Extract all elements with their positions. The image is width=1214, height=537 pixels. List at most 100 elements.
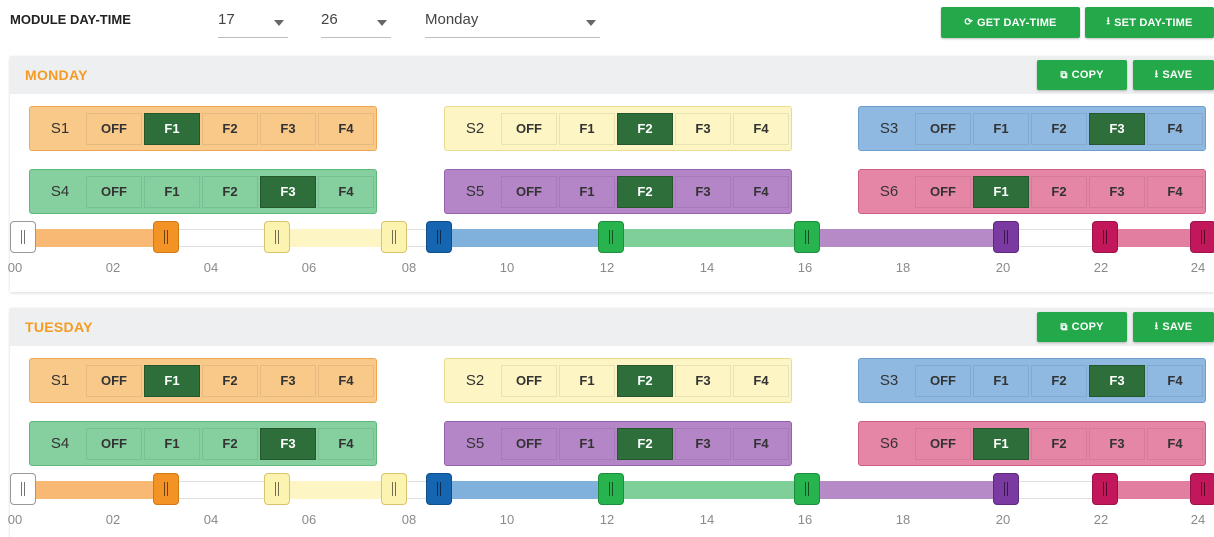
slot-option-f4[interactable]: F4	[318, 175, 374, 208]
slot-option-f2[interactable]: F2	[202, 427, 258, 460]
timeline-handle[interactable]	[598, 221, 624, 253]
slot-option-f2[interactable]: F2	[202, 364, 258, 397]
slot-option-off[interactable]: OFF	[915, 112, 971, 145]
slot-option-f4[interactable]: F4	[733, 112, 789, 145]
save-button[interactable]: ⭳ SAVE	[1133, 60, 1214, 90]
slot-name: S2	[465, 372, 485, 389]
slot-option-f3[interactable]: F3	[260, 427, 316, 460]
slot-option-f4[interactable]: F4	[733, 427, 789, 460]
slot-option-off[interactable]: OFF	[501, 364, 557, 397]
slot-option-off[interactable]: OFF	[915, 427, 971, 460]
slot-option-off[interactable]: OFF	[501, 175, 557, 208]
slot-option-f1[interactable]: F1	[144, 364, 200, 397]
slot-option-f3[interactable]: F3	[675, 175, 731, 208]
timeline-handle[interactable]	[598, 473, 624, 505]
weekday-select[interactable]: Monday	[425, 6, 600, 38]
slot-option-f2[interactable]: F2	[617, 427, 673, 460]
timeline-track[interactable]	[10, 219, 1214, 259]
slot-option-f3[interactable]: F3	[1089, 175, 1145, 208]
slot-option-f4[interactable]: F4	[733, 175, 789, 208]
slot-option-f2[interactable]: F2	[1031, 112, 1087, 145]
slot-option-f3[interactable]: F3	[675, 427, 731, 460]
slot-option-f1[interactable]: F1	[559, 364, 615, 397]
timeline-handle[interactable]	[1092, 221, 1118, 253]
timeline-handle[interactable]	[264, 473, 290, 505]
hour-select[interactable]: 17	[218, 6, 288, 38]
slot-option-f2[interactable]: F2	[1031, 364, 1087, 397]
timeline-handle[interactable]	[153, 221, 179, 253]
slot-option-f1[interactable]: F1	[973, 364, 1029, 397]
slot-option-f4[interactable]: F4	[318, 427, 374, 460]
timeline-handle[interactable]	[10, 221, 36, 253]
timeline-handle[interactable]	[1190, 221, 1214, 253]
slot-option-off[interactable]: OFF	[915, 364, 971, 397]
save-label: SAVE	[1162, 321, 1193, 333]
timeline-handle[interactable]	[426, 221, 452, 253]
slot-option-f1[interactable]: F1	[973, 427, 1029, 460]
set-daytime-button[interactable]: ⭳ SET DAY-TIME	[1085, 7, 1214, 38]
slot-option-f2[interactable]: F2	[617, 112, 673, 145]
slot-option-f2[interactable]: F2	[202, 112, 258, 145]
slot-group-s1: S1 OFF F1 F2 F3 F4	[29, 358, 377, 403]
timeline-handle[interactable]	[426, 473, 452, 505]
slot-option-f4[interactable]: F4	[733, 364, 789, 397]
slot-option-f2[interactable]: F2	[1031, 427, 1087, 460]
timeline-handle[interactable]	[1190, 473, 1214, 505]
slot-option-f1[interactable]: F1	[559, 427, 615, 460]
hour-tick-label: 12	[599, 260, 615, 275]
slot-option-off[interactable]: OFF	[501, 112, 557, 145]
slot-option-f3[interactable]: F3	[260, 112, 316, 145]
save-button[interactable]: ⭳ SAVE	[1133, 312, 1214, 342]
slot-option-f3[interactable]: F3	[1089, 112, 1145, 145]
timeline-handle[interactable]	[381, 473, 407, 505]
slot-option-off[interactable]: OFF	[86, 112, 142, 145]
slot-option-off[interactable]: OFF	[86, 175, 142, 208]
slot-option-f3[interactable]: F3	[1089, 427, 1145, 460]
slot-option-f1[interactable]: F1	[144, 112, 200, 145]
slot-option-f2[interactable]: F2	[617, 364, 673, 397]
upload-icon: ⭳	[1154, 68, 1159, 80]
slot-option-off[interactable]: OFF	[501, 427, 557, 460]
timeline-segment	[620, 481, 808, 499]
slot-option-off[interactable]: OFF	[86, 364, 142, 397]
slot-option-off[interactable]: OFF	[86, 427, 142, 460]
slot-option-f4[interactable]: F4	[1147, 112, 1203, 145]
copy-button[interactable]: ⧉ COPY	[1037, 60, 1127, 90]
timeline-track[interactable]	[10, 471, 1214, 511]
timeline-handle[interactable]	[381, 221, 407, 253]
slot-option-f4[interactable]: F4	[318, 112, 374, 145]
slot-option-f1[interactable]: F1	[973, 112, 1029, 145]
slot-name: S4	[50, 435, 70, 452]
minute-select[interactable]: 26	[321, 6, 391, 38]
timeline-handle[interactable]	[153, 473, 179, 505]
day-panel-monday: MONDAY ⧉ COPY ⭳ SAVE S1 OFF F1 F2 F3 F4 S2 OFF F1 F2 F3…	[8, 56, 1214, 292]
timeline-handle[interactable]	[1092, 473, 1118, 505]
slot-option-f1[interactable]: F1	[559, 175, 615, 208]
timeline-handle[interactable]	[993, 473, 1019, 505]
slot-option-f4[interactable]: F4	[1147, 364, 1203, 397]
timeline-handle[interactable]	[10, 473, 36, 505]
slot-option-f1[interactable]: F1	[144, 427, 200, 460]
timeline-handle[interactable]	[993, 221, 1019, 253]
slot-option-f3[interactable]: F3	[260, 175, 316, 208]
timeline-handle[interactable]	[264, 221, 290, 253]
slot-option-f1[interactable]: F1	[973, 175, 1029, 208]
get-daytime-button[interactable]: ⟳ GET DAY-TIME	[941, 7, 1080, 38]
copy-button[interactable]: ⧉ COPY	[1037, 312, 1127, 342]
timeline-handle[interactable]	[794, 221, 820, 253]
slot-option-f3[interactable]: F3	[1089, 364, 1145, 397]
slot-option-f3[interactable]: F3	[260, 364, 316, 397]
slot-option-f1[interactable]: F1	[144, 175, 200, 208]
slot-option-f3[interactable]: F3	[675, 112, 731, 145]
slot-option-f4[interactable]: F4	[318, 364, 374, 397]
slot-option-off[interactable]: OFF	[915, 175, 971, 208]
slot-option-f3[interactable]: F3	[675, 364, 731, 397]
slot-option-f2[interactable]: F2	[617, 175, 673, 208]
slot-option-f4[interactable]: F4	[1147, 175, 1203, 208]
timeline-axis: 00 02 04 06 08 10 12 14 16 18 20 22 24	[8, 512, 1214, 530]
slot-option-f1[interactable]: F1	[559, 112, 615, 145]
slot-option-f4[interactable]: F4	[1147, 427, 1203, 460]
slot-option-f2[interactable]: F2	[1031, 175, 1087, 208]
slot-option-f2[interactable]: F2	[202, 175, 258, 208]
timeline-handle[interactable]	[794, 473, 820, 505]
